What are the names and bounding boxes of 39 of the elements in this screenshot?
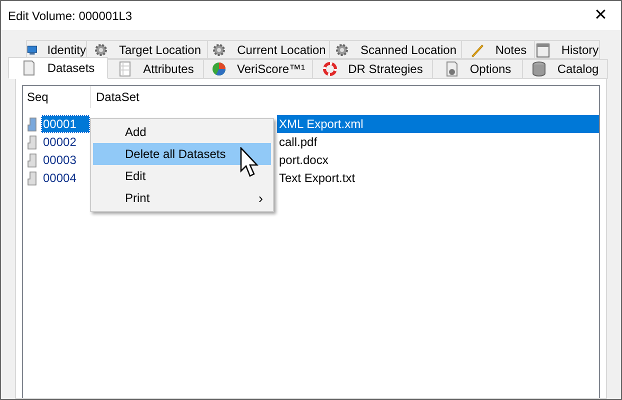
tab[interactable]: DR Strategies	[312, 59, 433, 79]
tab[interactable]: Options	[432, 59, 523, 79]
table-cell[interactable]: 00003	[41, 151, 90, 169]
menu-item[interactable]: Print ›	[93, 187, 271, 209]
table-cell[interactable]: 00002	[41, 133, 90, 151]
tab[interactable]: Attributes	[107, 59, 204, 79]
document-icon	[25, 134, 39, 150]
page-icon	[21, 60, 38, 76]
table-cell[interactable]: call.pdf	[277, 133, 599, 151]
gear-icon	[92, 42, 109, 58]
pie-chart-icon	[210, 61, 227, 77]
ring-icon	[322, 61, 338, 77]
document-icon	[25, 116, 39, 132]
menu-item[interactable]: Delete all Datasets	[93, 143, 271, 165]
document-gear-icon	[444, 61, 460, 77]
tab[interactable]: Current Location	[207, 40, 330, 59]
document-icon	[25, 170, 39, 186]
tab[interactable]: Target Location	[86, 40, 208, 59]
chevron-right-icon: ›	[258, 191, 263, 205]
table-cell[interactable]: port.docx	[277, 151, 599, 169]
column-header[interactable]: Seq	[23, 86, 91, 108]
table-cell[interactable]: 00004	[41, 169, 90, 187]
tab[interactable]: Datasets	[8, 57, 108, 79]
menu-item[interactable]: Add	[93, 121, 271, 143]
column-header[interactable]: DataSet	[91, 86, 140, 108]
table-cell[interactable]: Text Export.txt	[277, 169, 599, 187]
tab[interactable]: History	[534, 40, 600, 59]
gear-icon	[211, 42, 228, 58]
table-cell[interactable]: XML Export.xml	[277, 115, 599, 133]
tab[interactable]: Scanned Location	[329, 40, 462, 59]
gear-icon	[334, 42, 350, 58]
tab[interactable]: Catalog	[522, 59, 608, 79]
document-icon	[25, 152, 39, 168]
window-title: Edit Volume: 000001L3	[8, 8, 132, 24]
table-cell[interactable]: 00001	[41, 115, 90, 133]
menu-item[interactable]: Edit	[93, 165, 271, 187]
tab[interactable]: Notes	[461, 40, 535, 59]
close-button[interactable]: ✕	[590, 8, 611, 24]
database-icon	[531, 61, 548, 77]
